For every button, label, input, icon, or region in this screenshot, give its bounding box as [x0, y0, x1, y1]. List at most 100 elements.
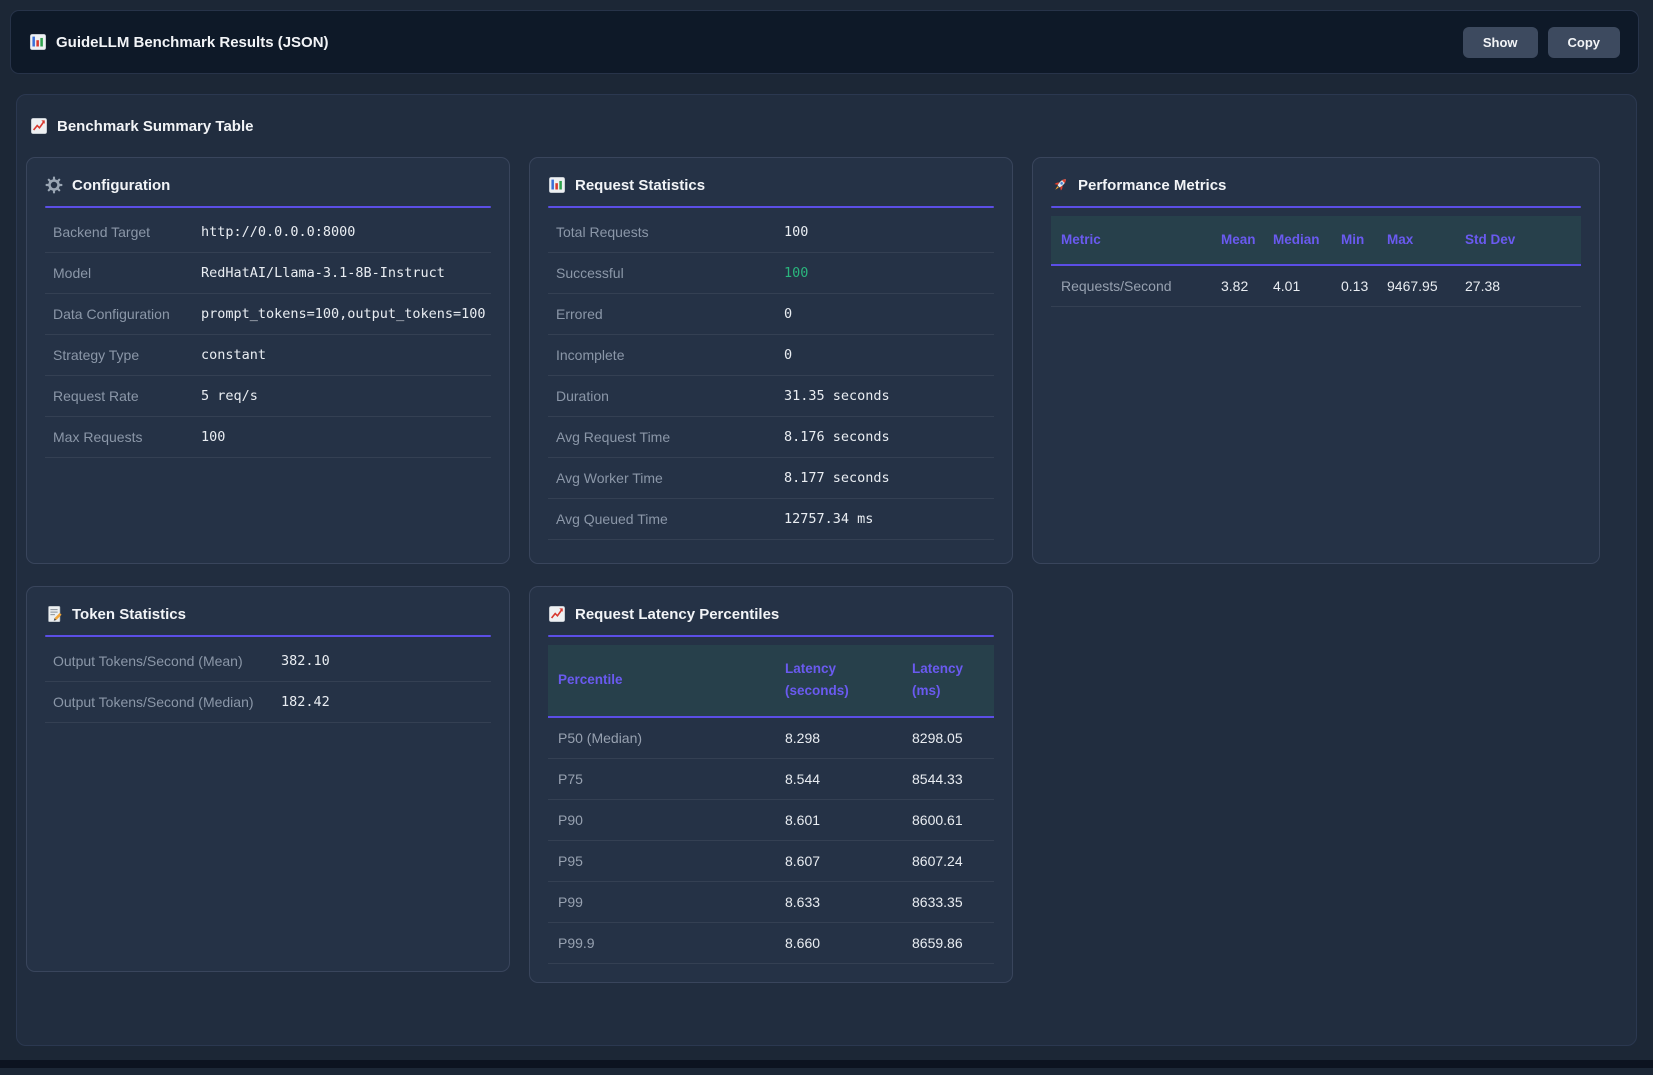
kv-label: Max Requests — [53, 429, 201, 445]
kv-label: Errored — [556, 306, 784, 322]
value-cell: 27.38 — [1455, 265, 1581, 307]
column-header: Median — [1263, 216, 1331, 265]
kv-row: Avg Worker Time8.177 seconds — [548, 458, 994, 499]
header-title-group: GuideLLM Benchmark Results (JSON) — [29, 33, 329, 51]
copy-button[interactable]: Copy — [1548, 27, 1621, 58]
performance-metrics-title: Performance Metrics — [1078, 177, 1226, 194]
kv-label: Strategy Type — [53, 347, 201, 363]
kv-value: 31.35 seconds — [784, 388, 890, 404]
summary-cards-grid: Configuration Backend Targethttp://0.0.0… — [26, 157, 1600, 983]
value-cell: 8607.24 — [902, 840, 994, 881]
kv-label: Output Tokens/Second (Mean) — [53, 653, 281, 669]
column-header: Latency (ms) — [902, 645, 994, 717]
kv-value: 100 — [784, 265, 808, 281]
next-section-edge — [0, 1060, 1653, 1068]
table-row: P958.6078607.24 — [548, 840, 994, 881]
row-label-cell: Requests/Second — [1051, 265, 1211, 307]
token-statistics-card: Token Statistics Output Tokens/Second (M… — [26, 586, 510, 972]
value-cell: 8.298 — [775, 717, 902, 759]
kv-value: http://0.0.0.0:8000 — [201, 224, 355, 240]
column-header: Max — [1377, 216, 1455, 265]
kv-row: Output Tokens/Second (Median)182.42 — [45, 682, 491, 723]
performance-metrics-table: MetricMeanMedianMinMaxStd DevRequests/Se… — [1051, 216, 1581, 307]
token-statistics-card-head: Token Statistics — [45, 605, 491, 623]
row-label-cell: P95 — [548, 840, 775, 881]
request-statistics-rows: Total Requests100Successful100Errored0In… — [548, 212, 994, 540]
kv-value: 0 — [784, 306, 792, 322]
bar-chart-icon — [548, 176, 566, 194]
kv-value: 100 — [201, 429, 225, 445]
row-label-cell: P99 — [548, 881, 775, 922]
page-title: GuideLLM Benchmark Results (JSON) — [56, 34, 329, 51]
kv-row: Output Tokens/Second (Mean)382.10 — [45, 641, 491, 682]
value-cell: 8.544 — [775, 758, 902, 799]
kv-row: Data Configurationprompt_tokens=100,outp… — [45, 294, 491, 335]
table-row: P908.6018600.61 — [548, 799, 994, 840]
table-header-row: MetricMeanMedianMinMaxStd Dev — [1051, 216, 1581, 265]
bar-chart-icon — [29, 33, 47, 51]
section-heading: Benchmark Summary Table — [30, 117, 1600, 135]
kv-label: Incomplete — [556, 347, 784, 363]
value-cell: 0.13 — [1331, 265, 1377, 307]
chart-up-icon — [548, 605, 566, 623]
token-statistics-rows: Output Tokens/Second (Mean)382.10Output … — [45, 641, 491, 723]
latency-percentiles-table: PercentileLatency (seconds)Latency (ms)P… — [548, 645, 994, 964]
accent-underline — [45, 635, 491, 637]
kv-row: Total Requests100 — [548, 212, 994, 253]
value-cell: 8633.35 — [902, 881, 994, 922]
row-label-cell: P99.9 — [548, 922, 775, 963]
request-statistics-title: Request Statistics — [575, 177, 705, 194]
kv-label: Total Requests — [556, 224, 784, 240]
column-header: Metric — [1051, 216, 1211, 265]
kv-row: Avg Request Time8.176 seconds — [548, 417, 994, 458]
table-row: Requests/Second3.824.010.139467.9527.38 — [1051, 265, 1581, 307]
kv-label: Backend Target — [53, 224, 201, 240]
latency-percentiles-card: Request Latency Percentiles PercentileLa… — [529, 586, 1013, 983]
table-row: P99.98.6608659.86 — [548, 922, 994, 963]
table-row: P50 (Median)8.2988298.05 — [548, 717, 994, 759]
kv-row: Errored0 — [548, 294, 994, 335]
column-header: Latency (seconds) — [775, 645, 902, 717]
configuration-rows: Backend Targethttp://0.0.0.0:8000ModelRe… — [45, 212, 491, 458]
kv-row: Duration31.35 seconds — [548, 376, 994, 417]
show-button[interactable]: Show — [1463, 27, 1538, 58]
table-row: P998.6338633.35 — [548, 881, 994, 922]
kv-label: Data Configuration — [53, 306, 201, 322]
value-cell: 3.82 — [1211, 265, 1263, 307]
kv-row: Avg Queued Time12757.34 ms — [548, 499, 994, 540]
memo-icon — [45, 605, 63, 623]
value-cell: 8.607 — [775, 840, 902, 881]
column-header: Mean — [1211, 216, 1263, 265]
kv-value: 12757.34 ms — [784, 511, 873, 527]
performance-metrics-card-head: Performance Metrics — [1051, 176, 1581, 194]
header-actions: Show Copy — [1463, 27, 1620, 58]
column-header: Min — [1331, 216, 1377, 265]
kv-value: constant — [201, 347, 266, 363]
value-cell: 8600.61 — [902, 799, 994, 840]
value-cell: 9467.95 — [1377, 265, 1455, 307]
row-label-cell: P50 (Median) — [548, 717, 775, 759]
token-statistics-title: Token Statistics — [72, 606, 186, 623]
kv-value: 382.10 — [281, 653, 330, 669]
kv-value: RedHatAI/Llama-3.1-8B-Instruct — [201, 265, 445, 281]
table-row: P758.5448544.33 — [548, 758, 994, 799]
chart-up-icon — [30, 117, 48, 135]
results-header-bar: GuideLLM Benchmark Results (JSON) Show C… — [10, 10, 1639, 74]
row-label-cell: P90 — [548, 799, 775, 840]
table-header-row: PercentileLatency (seconds)Latency (ms) — [548, 645, 994, 717]
rocket-icon — [1051, 176, 1069, 194]
kv-row: Successful100 — [548, 253, 994, 294]
kv-value: 8.177 seconds — [784, 470, 890, 486]
value-cell: 8659.86 — [902, 922, 994, 963]
kv-value: 182.42 — [281, 694, 330, 710]
accent-underline — [1051, 206, 1581, 208]
value-cell: 8.660 — [775, 922, 902, 963]
latency-percentiles-card-head: Request Latency Percentiles — [548, 605, 994, 623]
benchmark-summary-panel: Benchmark Summary Table — [16, 94, 1637, 1046]
value-cell: 4.01 — [1263, 265, 1331, 307]
gear-icon — [45, 176, 63, 194]
kv-label: Duration — [556, 388, 784, 404]
accent-underline — [548, 635, 994, 637]
kv-row: Incomplete0 — [548, 335, 994, 376]
configuration-card: Configuration Backend Targethttp://0.0.0… — [26, 157, 510, 564]
